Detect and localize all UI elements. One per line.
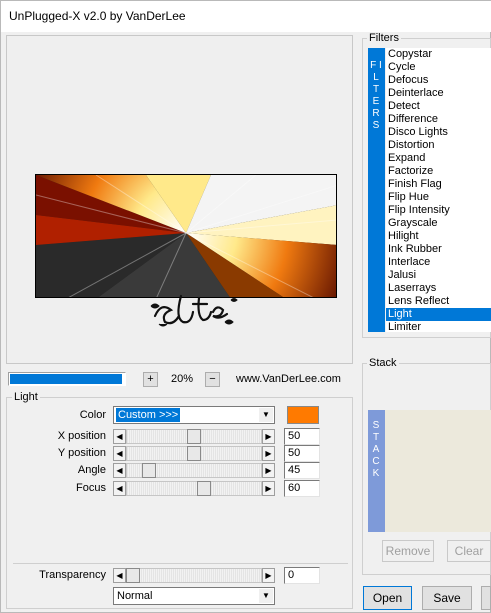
filters-sidebar: F I L T E R S (368, 48, 385, 332)
slider-thumb[interactable] (126, 568, 140, 583)
filter-list-item[interactable]: Factorize (386, 165, 491, 178)
save-button[interactable]: Save (422, 586, 472, 610)
filter-list-item[interactable]: Detect (386, 100, 491, 113)
window-title: UnPlugged-X v2.0 by VanDerLee (9, 9, 186, 23)
stack-sidebar: S T A C K (368, 410, 385, 532)
filter-list-item[interactable]: Finish Flag (386, 178, 491, 191)
slider-thumb[interactable] (187, 446, 201, 461)
angle-value-field[interactable]: 45 (284, 462, 320, 479)
divider (13, 563, 348, 564)
transparency-label: Transparency (39, 569, 106, 581)
arrow-right-icon[interactable]: ▶ (262, 481, 275, 496)
filters-group-label: Filters (367, 32, 401, 44)
color-dropdown-value: Custom >>> (116, 408, 181, 422)
filter-list-item[interactable]: Light (386, 308, 491, 321)
filter-list-item[interactable]: Ink Rubber (386, 243, 491, 256)
filter-list-item[interactable]: Hilight (386, 230, 491, 243)
chevron-down-icon: ▼ (259, 408, 273, 422)
light-group-label: Light (12, 391, 40, 403)
focus-slider[interactable]: ◀ ▶ (113, 481, 275, 496)
color-swatch[interactable] (287, 406, 319, 424)
filter-list-item[interactable]: Difference (386, 113, 491, 126)
plugin-window: UnPlugged-X v2.0 by VanDerLee + 20% − ww… (0, 0, 491, 613)
param-label: Focus (76, 482, 106, 494)
preview-image (35, 174, 337, 298)
zoom-progress-fill (10, 374, 122, 384)
blend-mode-dropdown[interactable]: Normal ▼ (113, 587, 275, 605)
remove-button[interactable]: Remove (382, 540, 434, 562)
filter-list-item[interactable]: Expand (386, 152, 491, 165)
focus-value-field[interactable]: 60 (284, 480, 320, 497)
stack-list[interactable] (385, 410, 491, 532)
arrow-left-icon[interactable]: ◀ (113, 568, 126, 583)
filter-list-item[interactable]: Distortion (386, 139, 491, 152)
transparency-slider[interactable]: ◀ ▶ (113, 568, 275, 583)
filter-list-item[interactable]: Flip Intensity (386, 204, 491, 217)
open-button[interactable]: Open (363, 586, 412, 610)
color-dropdown[interactable]: Custom >>> ▼ (113, 406, 275, 424)
y-position-value-field[interactable]: 50 (284, 445, 320, 462)
filter-list-item[interactable]: Copystar (386, 48, 491, 61)
param-label: Y position (57, 447, 106, 459)
param-label: X position (57, 430, 106, 442)
y-position-slider[interactable]: ◀ ▶ (113, 446, 275, 461)
stack-group-label: Stack (367, 357, 399, 369)
preview-panel[interactable] (6, 35, 353, 364)
color-label: Color (79, 409, 106, 421)
filters-side-label: F I L T E R S (370, 60, 382, 131)
clear-button[interactable]: Clear (447, 540, 491, 562)
blend-mode-value: Normal (117, 590, 153, 602)
slider-thumb[interactable] (187, 429, 201, 444)
arrow-left-icon[interactable]: ◀ (113, 481, 126, 496)
filter-list-item[interactable]: Deinterlace (386, 87, 491, 100)
zoom-progress-bar (8, 372, 126, 386)
slider-thumb[interactable] (197, 481, 211, 496)
slider-track[interactable] (126, 481, 262, 496)
arrow-right-icon[interactable]: ▶ (262, 446, 275, 461)
zoom-level: 20% (171, 373, 194, 385)
filter-list-item[interactable]: Defocus (386, 74, 491, 87)
filter-list-item[interactable]: Limiter (386, 321, 491, 332)
arrow-right-icon[interactable]: ▶ (262, 568, 275, 583)
website-link[interactable]: www.VanDerLee.com (236, 373, 341, 385)
param-label: Angle (77, 464, 106, 476)
arrow-left-icon[interactable]: ◀ (113, 429, 126, 444)
filter-list-item[interactable]: Lens Reflect (386, 295, 491, 308)
slider-track[interactable] (126, 568, 262, 583)
arrow-left-icon[interactable]: ◀ (113, 446, 126, 461)
cancel-button-partial[interactable] (481, 586, 491, 610)
filter-list-item[interactable]: Interlace (386, 256, 491, 269)
filter-list-item[interactable]: Disco Lights (386, 126, 491, 139)
x-position-value-field[interactable]: 50 (284, 428, 320, 445)
stack-side-label: S T A C K (372, 420, 380, 479)
zoom-out-button[interactable]: − (205, 372, 220, 387)
arrow-right-icon[interactable]: ▶ (262, 429, 275, 444)
light-rays-graphic (36, 175, 336, 297)
x-position-slider[interactable]: ◀ ▶ (113, 429, 275, 444)
arrow-right-icon[interactable]: ▶ (262, 463, 275, 478)
title-bar: UnPlugged-X v2.0 by VanDerLee (1, 1, 491, 32)
filters-list[interactable]: Copystar Cycle Defocus Deinterlace Detect Dif… (386, 48, 491, 332)
filter-list-item[interactable]: Grayscale (386, 217, 491, 230)
filter-list-item[interactable]: Flip Hue (386, 191, 491, 204)
transparency-value-field[interactable]: 0 (284, 567, 320, 584)
angle-slider[interactable]: ◀ ▶ (113, 463, 275, 478)
filter-list-item[interactable]: Jalusi (386, 269, 491, 282)
filter-list-item[interactable]: Laserrays (386, 282, 491, 295)
zoom-in-button[interactable]: + (143, 372, 158, 387)
slider-thumb[interactable] (142, 463, 156, 478)
arrow-left-icon[interactable]: ◀ (113, 463, 126, 478)
estela-signature-logo (150, 294, 238, 327)
filter-list-item[interactable]: Cycle (386, 61, 491, 74)
chevron-down-icon: ▼ (259, 589, 273, 603)
